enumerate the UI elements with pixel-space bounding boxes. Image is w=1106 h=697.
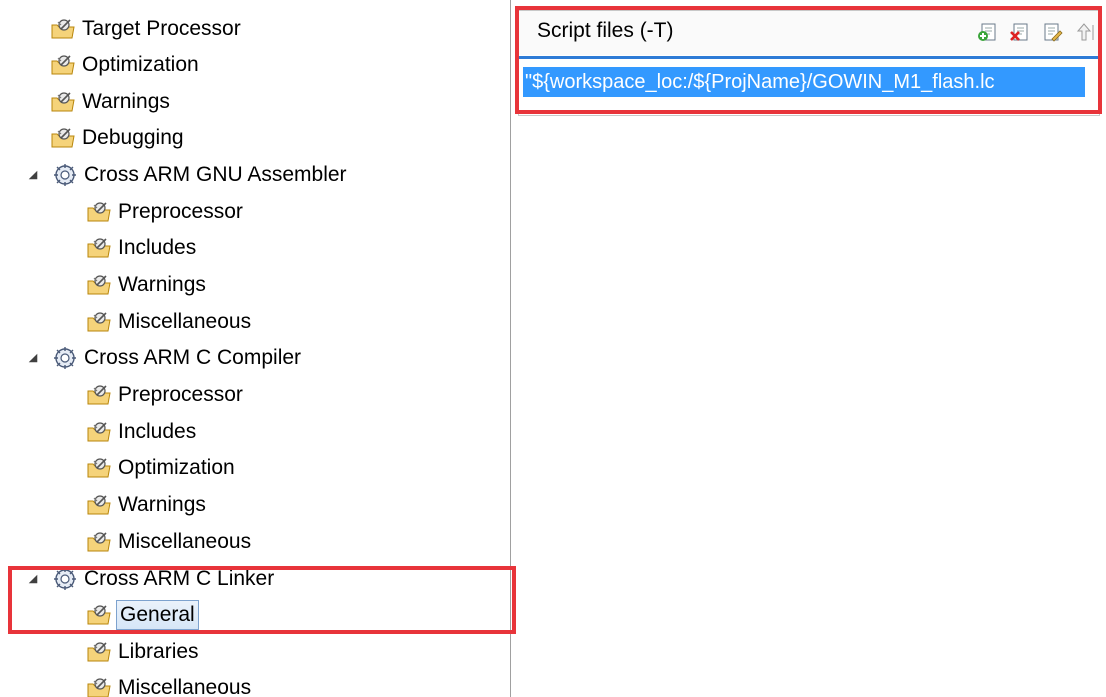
tree-item-label: Debugging	[82, 126, 184, 149]
tree-item-label: Miscellaneous	[118, 530, 252, 553]
tree-item-label: Cross ARM C Compiler	[84, 346, 302, 369]
tree-item-miscellaneous[interactable]: Miscellaneous	[86, 305, 253, 339]
tree-item-label: Cross ARM GNU Assembler	[84, 163, 347, 186]
settings-folder-icon	[86, 272, 112, 298]
tree-item-cross-arm-c-compiler[interactable]: Cross ARM C Compiler	[26, 341, 303, 375]
tool-settings-tree: Target Processor Optimization Warnings D…	[0, 0, 511, 697]
script-files-header: Script files (-T)	[518, 10, 1100, 55]
settings-folder-icon	[86, 602, 112, 628]
delete-icon[interactable]	[1009, 21, 1031, 43]
tree-item-cross-arm-gnu-assembler[interactable]: Cross ARM GNU Assembler	[26, 158, 349, 192]
tree-item-label: Optimization	[118, 456, 235, 479]
tree-item-preprocessor[interactable]: Preprocessor	[86, 195, 245, 229]
tree-item-label: Warnings	[82, 90, 170, 113]
expanded-arrow-icon[interactable]	[26, 572, 40, 586]
tree-item-warnings[interactable]: Warnings	[86, 268, 208, 302]
tree-item-optimization[interactable]: Optimization	[50, 48, 201, 82]
tree-item-preprocessor[interactable]: Preprocessor	[86, 378, 245, 412]
tree-item-includes[interactable]: Includes	[86, 415, 198, 449]
tree-item-includes[interactable]: Includes	[86, 231, 198, 265]
settings-folder-icon	[86, 639, 112, 665]
tree-item-miscellaneous[interactable]: Miscellaneous	[86, 671, 253, 697]
tree-item-label: Preprocessor	[118, 383, 243, 406]
settings-folder-icon	[86, 309, 112, 335]
tool-gear-icon	[52, 566, 78, 592]
expanded-arrow-icon[interactable]	[26, 351, 40, 365]
script-file-entry[interactable]: "${workspace_loc:/${ProjName}/GOWIN_M1_f…	[523, 67, 1085, 97]
tree-item-general[interactable]: General	[86, 598, 199, 632]
move-up-icon[interactable]	[1073, 21, 1095, 43]
settings-folder-icon	[50, 16, 76, 42]
settings-folder-icon	[50, 89, 76, 115]
settings-folder-icon	[86, 235, 112, 261]
tree-item-label: Target Processor	[82, 17, 241, 40]
tree-item-label: Libraries	[118, 640, 199, 663]
script-files-title: Script files (-T)	[537, 19, 674, 42]
script-files-toolbar	[977, 21, 1095, 43]
tree-item-warnings[interactable]: Warnings	[50, 85, 172, 119]
settings-folder-icon	[86, 455, 112, 481]
settings-folder-icon	[86, 492, 112, 518]
tree-item-debugging[interactable]: Debugging	[50, 121, 186, 155]
tree-item-optimization[interactable]: Optimization	[86, 451, 237, 485]
tree-item-target-processor[interactable]: Target Processor	[50, 12, 243, 46]
settings-folder-icon	[50, 125, 76, 151]
tree-item-libraries[interactable]: Libraries	[86, 635, 201, 669]
tree-item-label: Optimization	[82, 53, 199, 76]
script-files-list[interactable]: "${workspace_loc:/${ProjName}/GOWIN_M1_f…	[518, 56, 1100, 116]
settings-folder-icon	[86, 382, 112, 408]
settings-folder-icon	[86, 199, 112, 225]
tree-item-label: Preprocessor	[118, 200, 243, 223]
tree-item-label: Includes	[118, 236, 197, 259]
tree-item-label: Warnings	[118, 493, 206, 516]
tree-item-label: Miscellaneous	[118, 676, 252, 697]
settings-folder-icon	[86, 529, 112, 555]
tree-item-label-selected: General	[116, 600, 199, 630]
edit-icon[interactable]	[1041, 21, 1063, 43]
settings-folder-icon	[86, 419, 112, 445]
add-icon[interactable]	[977, 21, 999, 43]
tool-gear-icon	[52, 162, 78, 188]
tree-item-label: Warnings	[118, 273, 206, 296]
tree-item-label: Includes	[118, 420, 197, 443]
settings-folder-icon	[86, 675, 112, 697]
tree-item-warnings[interactable]: Warnings	[86, 488, 208, 522]
settings-folder-icon	[50, 52, 76, 78]
tree-item-label: Miscellaneous	[118, 310, 252, 333]
tool-gear-icon	[52, 345, 78, 371]
tree-item-label: Cross ARM C Linker	[84, 567, 275, 590]
tree-item-miscellaneous[interactable]: Miscellaneous	[86, 525, 253, 559]
settings-page: Target Processor Optimization Warnings D…	[0, 0, 1106, 697]
expanded-arrow-icon[interactable]	[26, 168, 40, 182]
tree-item-cross-arm-c-linker[interactable]: Cross ARM C Linker	[26, 562, 276, 596]
